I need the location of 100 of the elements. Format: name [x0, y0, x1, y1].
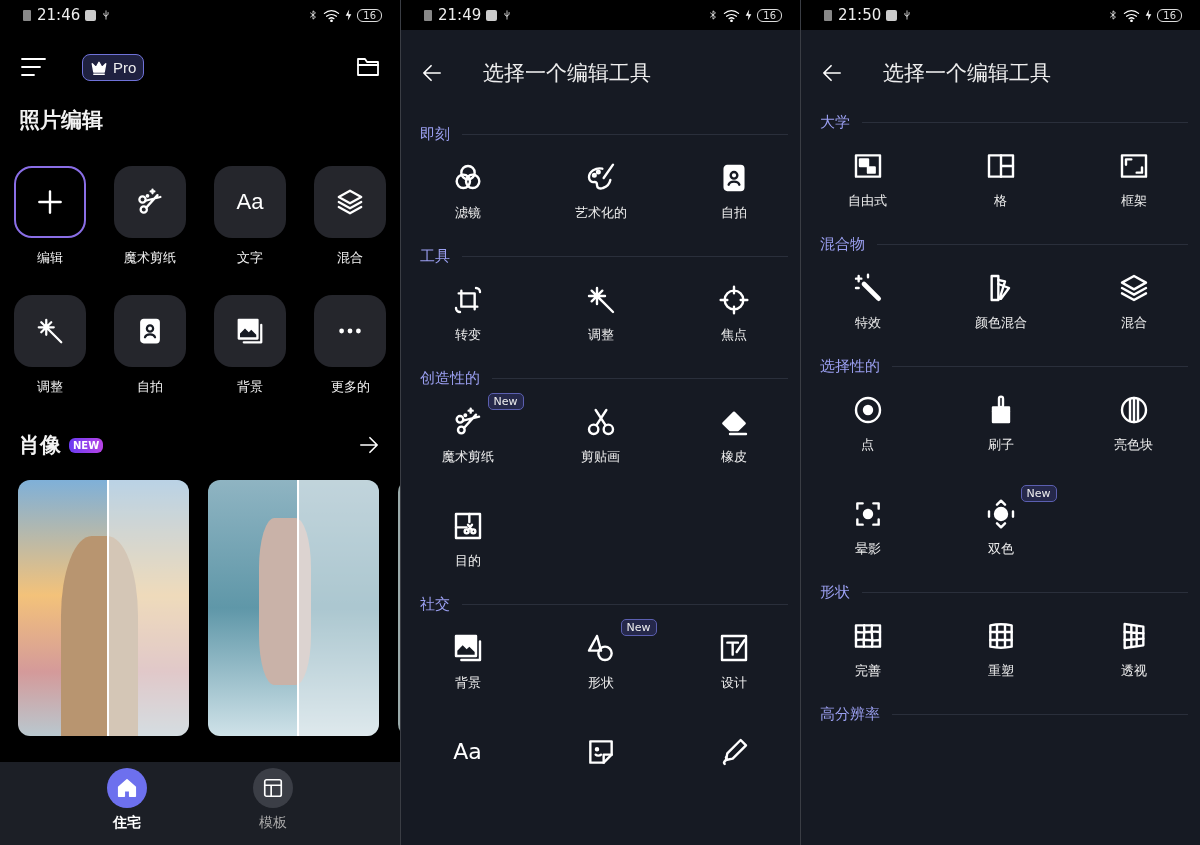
notification-icon — [85, 9, 97, 21]
bluetooth-icon — [1108, 8, 1119, 22]
tool-item[interactable]: 自由式 — [801, 133, 934, 233]
section-title: 社交 — [420, 594, 450, 614]
template-icon — [262, 777, 284, 799]
menu-icon — [20, 57, 47, 77]
tool-item[interactable]: 完善 — [801, 603, 934, 703]
battery-level: 16 — [357, 8, 382, 22]
screen-title: 选择一个编辑工具 — [883, 60, 1051, 87]
home-icon — [116, 777, 138, 799]
section-title: 高分辨率 — [820, 704, 880, 724]
pro-button[interactable]: Pro — [82, 53, 145, 81]
tool-item[interactable]: 双色 New — [934, 481, 1067, 581]
tool-tile[interactable]: Aa — [214, 166, 286, 238]
tool-item[interactable]: 滤镜 — [401, 145, 534, 245]
tool-item[interactable]: 混合 — [1067, 255, 1200, 355]
status-time: 21:50 — [838, 6, 882, 24]
tool-item[interactable]: 框架 — [1067, 133, 1200, 233]
charging-icon — [745, 9, 753, 21]
bluetooth-icon — [308, 8, 319, 22]
tool-label: 文字 — [237, 250, 263, 266]
sim-icon — [423, 8, 433, 22]
tool-item[interactable]: 自拍 — [667, 145, 800, 245]
status-time: 21:49 — [438, 6, 482, 24]
tool-label: 魔术剪纸 — [124, 250, 176, 266]
usb-icon — [902, 8, 913, 22]
section-title: 照片编辑 — [19, 107, 104, 134]
tool-item[interactable]: 格 — [934, 133, 1067, 233]
tool-item[interactable]: 转变 — [401, 267, 534, 367]
tool-item[interactable]: 设计 — [667, 615, 800, 715]
section-title: 混合物 — [820, 234, 865, 254]
tool-label: 调整 — [37, 379, 63, 395]
wifi-icon — [323, 8, 341, 22]
tool-tile[interactable] — [114, 166, 186, 238]
tool-item[interactable]: 调整 — [534, 267, 667, 367]
tool-label: 混合 — [337, 250, 363, 266]
wifi-icon — [1123, 8, 1141, 22]
text-glyph: Aa — [453, 741, 482, 763]
new-badge: New — [1020, 485, 1057, 502]
tool-label: 背景 — [237, 379, 263, 395]
tool-tile[interactable] — [14, 295, 86, 367]
tool-item[interactable]: 特效 — [801, 255, 934, 355]
tool-label: 更多的 — [330, 379, 370, 395]
new-badge: NEW — [69, 437, 104, 453]
bluetooth-icon — [708, 8, 719, 22]
arrow-right-icon[interactable] — [358, 435, 380, 455]
section-title: 选择性的 — [820, 356, 880, 376]
tool-item[interactable]: 透视 — [1067, 603, 1200, 703]
tool-item[interactable]: 艺术化的 — [534, 145, 667, 245]
notification-icon — [886, 9, 898, 21]
tool-item[interactable]: 魔术剪纸 New — [401, 389, 534, 489]
section-title: 创造性的 — [420, 368, 480, 388]
crosshair-icon — [717, 284, 750, 316]
back-arrow-icon[interactable] — [421, 63, 443, 83]
layers-icon — [335, 187, 365, 217]
tool-item[interactable]: 焦点 — [667, 267, 800, 367]
image-icon — [235, 316, 265, 346]
section-title: 工具 — [420, 246, 450, 266]
charging-icon — [345, 9, 353, 21]
section-title: 肖像 — [19, 432, 61, 459]
tool-label: 编辑 — [37, 250, 63, 266]
tool-item[interactable]: 背景 — [401, 615, 534, 715]
notification-icon — [486, 9, 498, 21]
new-badge: New — [487, 393, 524, 410]
tool-tile[interactable] — [114, 295, 186, 367]
usb-icon — [101, 8, 112, 22]
sparkle-icon — [35, 316, 65, 346]
screen-title: 选择一个编辑工具 — [483, 60, 651, 87]
tool-item[interactable]: 点 — [801, 377, 934, 477]
sim-icon — [823, 8, 833, 22]
nav-tab[interactable]: 模板 — [223, 762, 323, 845]
charging-icon — [1145, 9, 1153, 21]
tool-item[interactable]: 形状 New — [534, 615, 667, 715]
folder-icon — [356, 56, 380, 78]
tool-item[interactable]: 颜色混合 — [934, 255, 1067, 355]
tool-item[interactable]: 刷子 — [934, 377, 1067, 477]
back-arrow-icon[interactable] — [821, 63, 843, 83]
tool-tile[interactable] — [14, 166, 86, 238]
crown-icon — [90, 59, 108, 75]
wifi-icon — [723, 8, 741, 22]
tool-label: 自拍 — [137, 379, 163, 395]
tool-item[interactable]: 重塑 — [934, 603, 1067, 703]
section-title: 形状 — [820, 582, 850, 602]
usb-icon — [502, 8, 513, 22]
tool-item[interactable]: 目的 — [401, 493, 534, 593]
tool-tile[interactable] — [314, 166, 386, 238]
battery-level: 16 — [1157, 8, 1182, 22]
status-time: 21:46 — [37, 6, 81, 24]
nav-tab[interactable]: 住宅 — [77, 762, 177, 845]
tool-item[interactable]: 剪贴画 — [534, 389, 667, 489]
tool-item[interactable]: 橡皮 — [667, 389, 800, 489]
tool-item[interactable]: Aa — [401, 719, 534, 819]
tool-tile[interactable] — [214, 295, 286, 367]
section-title: 即刻 — [420, 124, 450, 144]
more-icon — [338, 328, 362, 334]
battery-level: 16 — [757, 8, 782, 22]
new-badge: New — [620, 619, 657, 636]
tool-item[interactable]: 晕影 — [801, 481, 934, 581]
tool-item[interactable]: 亮色块 — [1067, 377, 1200, 477]
tool-tile[interactable] — [314, 295, 386, 367]
